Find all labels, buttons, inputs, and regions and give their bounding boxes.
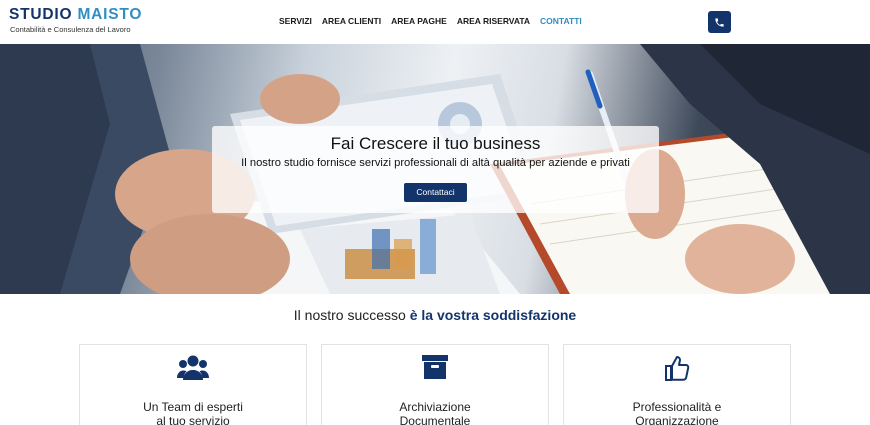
hero-caption-box: Fai Crescere il tuo business Il nostro s…	[212, 126, 659, 213]
feature-title-line1: Professionalità e	[632, 400, 722, 414]
phone-icon	[715, 17, 724, 27]
brand-name-bold: STUDIO	[9, 6, 73, 23]
hero-title: Fai Crescere il tuo business	[330, 134, 541, 153]
feature-title-line1: Un Team di esperti	[143, 400, 243, 414]
feature-card-team: Un Team di esperti al tuo servizio	[79, 344, 307, 425]
tagline-bold: è la vostra soddisfazione	[409, 307, 577, 323]
archive-box-icon	[422, 355, 448, 379]
feature-title: Archiviazione Documentale	[322, 400, 548, 425]
nav-item-servizi[interactable]: SERVIZI	[279, 16, 312, 26]
hero-banner: Fai Crescere il tuo business Il nostro s…	[0, 44, 870, 294]
phone-button[interactable]	[708, 11, 731, 33]
nav-item-area-paghe[interactable]: AREA PAGHE	[391, 16, 447, 26]
brand-logo[interactable]: STUDIO MAISTO	[9, 6, 142, 24]
feature-card-archive: Archiviazione Documentale	[321, 344, 549, 425]
tagline: Il nostro successo è la vostra soddisfaz…	[0, 307, 870, 323]
nav-item-contatti[interactable]: CONTATTI	[540, 16, 582, 26]
feature-title: Un Team di esperti al tuo servizio	[80, 400, 306, 425]
feature-title-line2: Organizzazione	[635, 414, 719, 425]
feature-card-professionalita: Professionalità e Organizzazione	[563, 344, 791, 425]
feature-title-line2: Documentale	[399, 414, 471, 425]
brand-subtitle: Contabilità e Consulenza del Lavoro	[10, 25, 131, 34]
brand-name-light: MAISTO	[77, 6, 143, 23]
tagline-normal: Il nostro successo	[293, 307, 406, 323]
contact-button[interactable]: Contattaci	[404, 183, 467, 202]
nav-item-area-riservata[interactable]: AREA RISERVATA	[457, 16, 530, 26]
team-icon	[177, 355, 209, 380]
thumbs-up-icon	[665, 356, 690, 381]
site-header: STUDIO MAISTO Contabilità e Consulenza d…	[0, 0, 870, 44]
hero-text: Il nostro studio fornisce servizi profes…	[241, 157, 630, 169]
feature-title-line1: Archiviazione	[399, 400, 471, 414]
main-nav: SERVIZI AREA CLIENTI AREA PAGHE AREA RIS…	[279, 16, 592, 26]
feature-title-line2: al tuo servizio	[156, 414, 230, 425]
nav-item-area-clienti[interactable]: AREA CLIENTI	[322, 16, 381, 26]
feature-title: Professionalità e Organizzazione	[564, 400, 790, 425]
